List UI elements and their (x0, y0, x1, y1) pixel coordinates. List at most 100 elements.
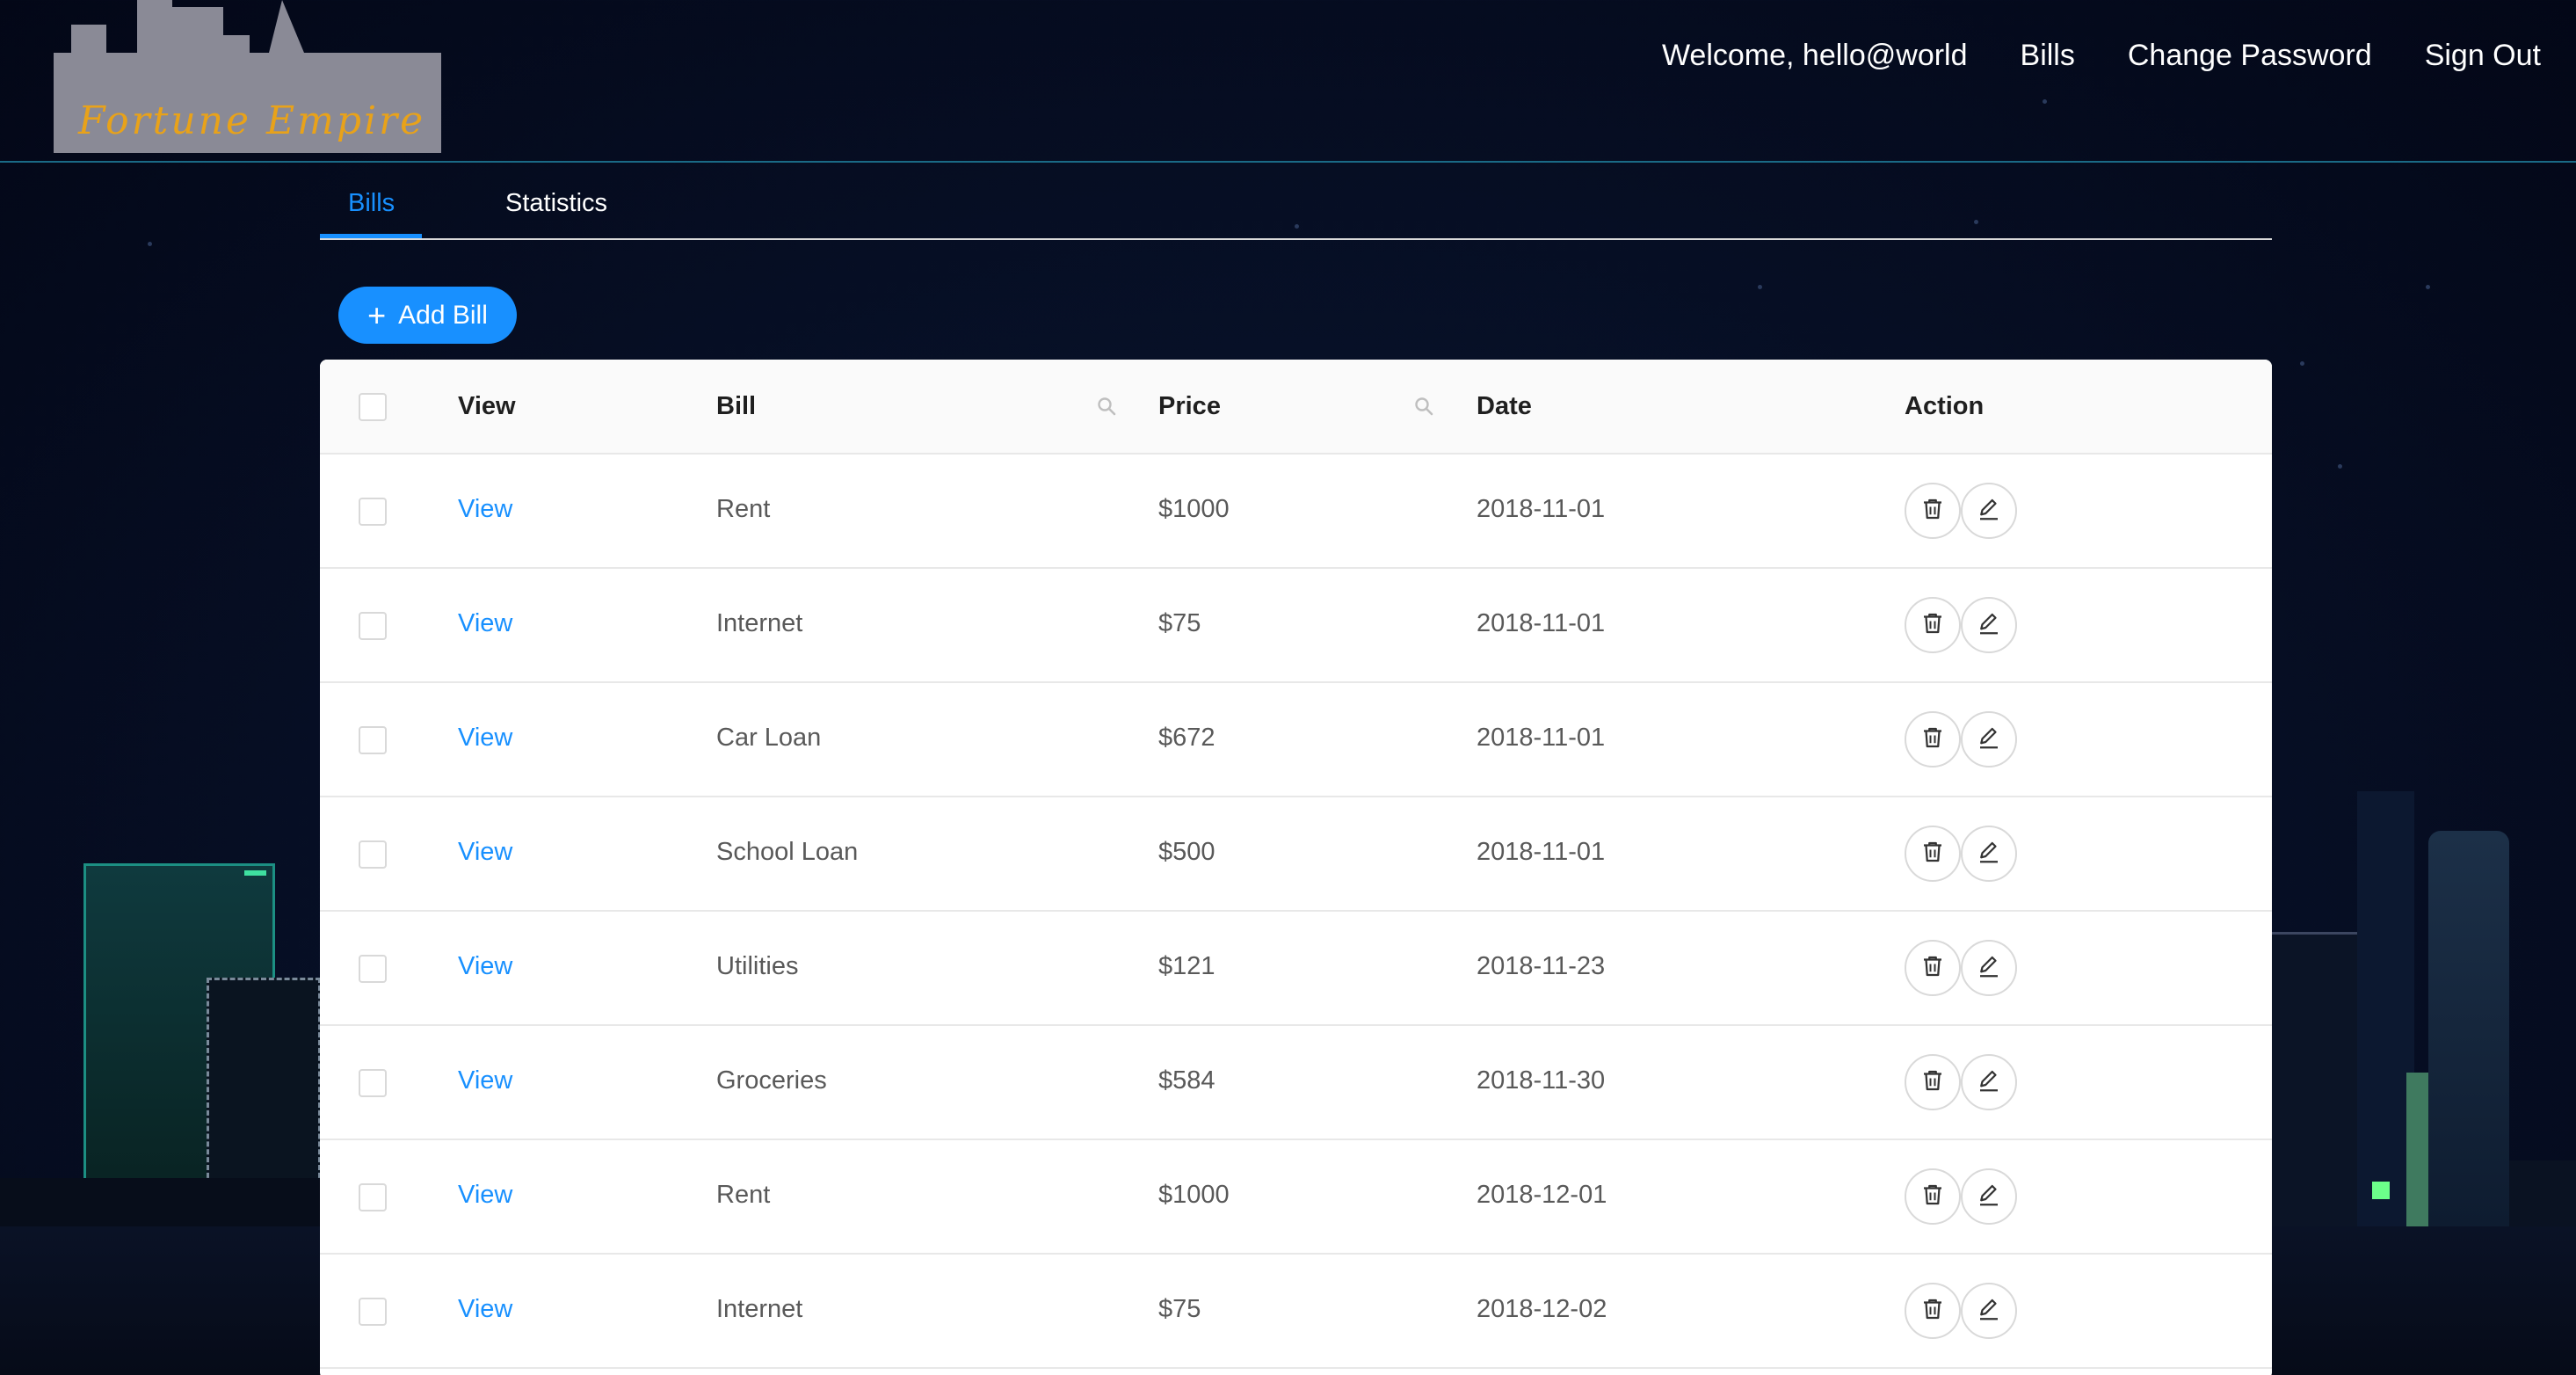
row-checkbox[interactable] (359, 612, 387, 640)
top-header: Fortune Empire Welcome, hello@world Bill… (0, 0, 2576, 163)
tab-bar: Bills Statistics (320, 163, 2272, 240)
tab-bills[interactable]: Bills (348, 189, 395, 218)
bill-date: 2018-11-01 (1477, 838, 1606, 866)
bill-date: 2018-12-01 (1477, 1181, 1607, 1209)
add-bill-label: Add Bill (398, 300, 488, 330)
nav-sign-out-link[interactable]: Sign Out (2425, 39, 2541, 73)
column-header-bill: Bill (716, 392, 757, 420)
bill-price: $75 (1158, 609, 1201, 637)
nav-bills-link[interactable]: Bills (2021, 39, 2075, 73)
delete-button[interactable] (1905, 826, 1961, 882)
bill-name: Rent (716, 1181, 771, 1209)
edit-icon (1976, 1067, 2002, 1098)
edit-icon (1976, 724, 2002, 755)
row-checkbox[interactable] (359, 1298, 387, 1326)
row-checkbox[interactable] (359, 1069, 387, 1097)
bill-name: Internet (716, 1295, 803, 1323)
bill-date: 2018-12-02 (1477, 1295, 1607, 1323)
edit-icon (1976, 839, 2002, 869)
bill-name: Rent (716, 495, 771, 523)
column-header-date: Date (1477, 392, 1532, 420)
bill-search-icon[interactable] (1096, 396, 1117, 417)
price-search-icon[interactable] (1413, 396, 1434, 417)
view-link[interactable]: View (458, 724, 512, 753)
edit-button[interactable] (1961, 826, 2017, 882)
delete-button[interactable] (1905, 940, 1961, 996)
nav-change-password-link[interactable]: Change Password (2128, 39, 2372, 73)
delete-button[interactable] (1905, 483, 1961, 539)
view-link[interactable]: View (458, 952, 512, 981)
row-checkbox[interactable] (359, 840, 387, 869)
bill-price: $500 (1158, 838, 1215, 866)
table-row: View Car Loan $672 2018-11-01 (320, 683, 2272, 797)
bill-price: $1000 (1158, 1181, 1230, 1209)
edit-icon (1976, 496, 2002, 527)
view-link[interactable]: View (458, 1066, 512, 1095)
bills-table: View Bill Price Date Action View Rent $100… (320, 360, 2272, 1375)
delete-icon (1919, 953, 1946, 984)
edit-icon (1976, 953, 2002, 984)
bill-price: $672 (1158, 724, 1215, 752)
logo-text: Fortune Empire (78, 98, 426, 143)
add-bill-button[interactable]: + Add Bill (338, 287, 517, 344)
row-checkbox[interactable] (359, 726, 387, 754)
view-link[interactable]: View (458, 495, 512, 524)
bill-date: 2018-11-30 (1477, 1066, 1606, 1095)
delete-button[interactable] (1905, 711, 1961, 768)
delete-button[interactable] (1905, 1054, 1961, 1110)
tab-statistics[interactable]: Statistics (505, 189, 607, 218)
delete-icon (1919, 839, 1946, 869)
select-all-checkbox[interactable] (359, 393, 387, 421)
welcome-user-link[interactable]: Welcome, hello@world (1662, 39, 1968, 73)
bill-date: 2018-11-01 (1477, 724, 1606, 752)
edit-icon (1976, 610, 2002, 641)
bill-name: School Loan (716, 838, 859, 866)
view-link[interactable]: View (458, 1181, 512, 1210)
column-header-price: Price (1158, 392, 1221, 420)
table-row: View Internet $75 2018-12-02 (320, 1255, 2272, 1369)
bill-date: 2018-11-23 (1477, 952, 1606, 980)
active-tab-indicator (320, 234, 422, 238)
row-checkbox[interactable] (359, 498, 387, 526)
bill-name: Internet (716, 609, 803, 637)
view-link[interactable]: View (458, 609, 512, 638)
delete-button[interactable] (1905, 1283, 1961, 1339)
edit-button[interactable] (1961, 1283, 2017, 1339)
edit-icon (1976, 1296, 2002, 1327)
bill-price: $1000 (1158, 495, 1230, 523)
plus-icon: + (367, 296, 387, 333)
view-link[interactable]: View (458, 1295, 512, 1324)
delete-icon (1919, 724, 1946, 755)
bill-price: $75 (1158, 1295, 1201, 1323)
edit-button[interactable] (1961, 597, 2017, 653)
bill-date: 2018-11-01 (1477, 495, 1606, 523)
fortune-empire-logo[interactable]: Fortune Empire (54, 0, 441, 158)
delete-icon (1919, 1182, 1946, 1212)
table-header: View Bill Price Date Action (320, 360, 2272, 455)
top-nav: Welcome, hello@world Bills Change Passwo… (1662, 39, 2541, 73)
bill-name: Utilities (716, 952, 799, 980)
table-row: View Groceries $584 2018-11-30 (320, 1026, 2272, 1140)
bill-name: Groceries (716, 1066, 827, 1095)
delete-icon (1919, 1296, 1946, 1327)
table-row: View Internet $75 2018-11-01 (320, 569, 2272, 683)
view-link[interactable]: View (458, 838, 512, 867)
delete-icon (1919, 610, 1946, 641)
bill-price: $121 (1158, 952, 1215, 980)
edit-button[interactable] (1961, 483, 2017, 539)
edit-button[interactable] (1961, 1168, 2017, 1225)
delete-button[interactable] (1905, 597, 1961, 653)
edit-icon (1976, 1182, 2002, 1212)
edit-button[interactable] (1961, 711, 2017, 768)
edit-button[interactable] (1961, 940, 2017, 996)
row-checkbox[interactable] (359, 1183, 387, 1211)
table-row: View Rent $1000 2018-12-01 (320, 1140, 2272, 1255)
table-row: View School Loan $500 2018-11-01 (320, 797, 2272, 912)
delete-button[interactable] (1905, 1168, 1961, 1225)
table-row: View Rent $1000 2018-11-01 (320, 455, 2272, 569)
bill-date: 2018-11-01 (1477, 609, 1606, 637)
column-header-view: View (458, 392, 516, 420)
edit-button[interactable] (1961, 1054, 2017, 1110)
row-checkbox[interactable] (359, 955, 387, 983)
table-row: View Utilities $121 2018-11-23 (320, 912, 2272, 1026)
